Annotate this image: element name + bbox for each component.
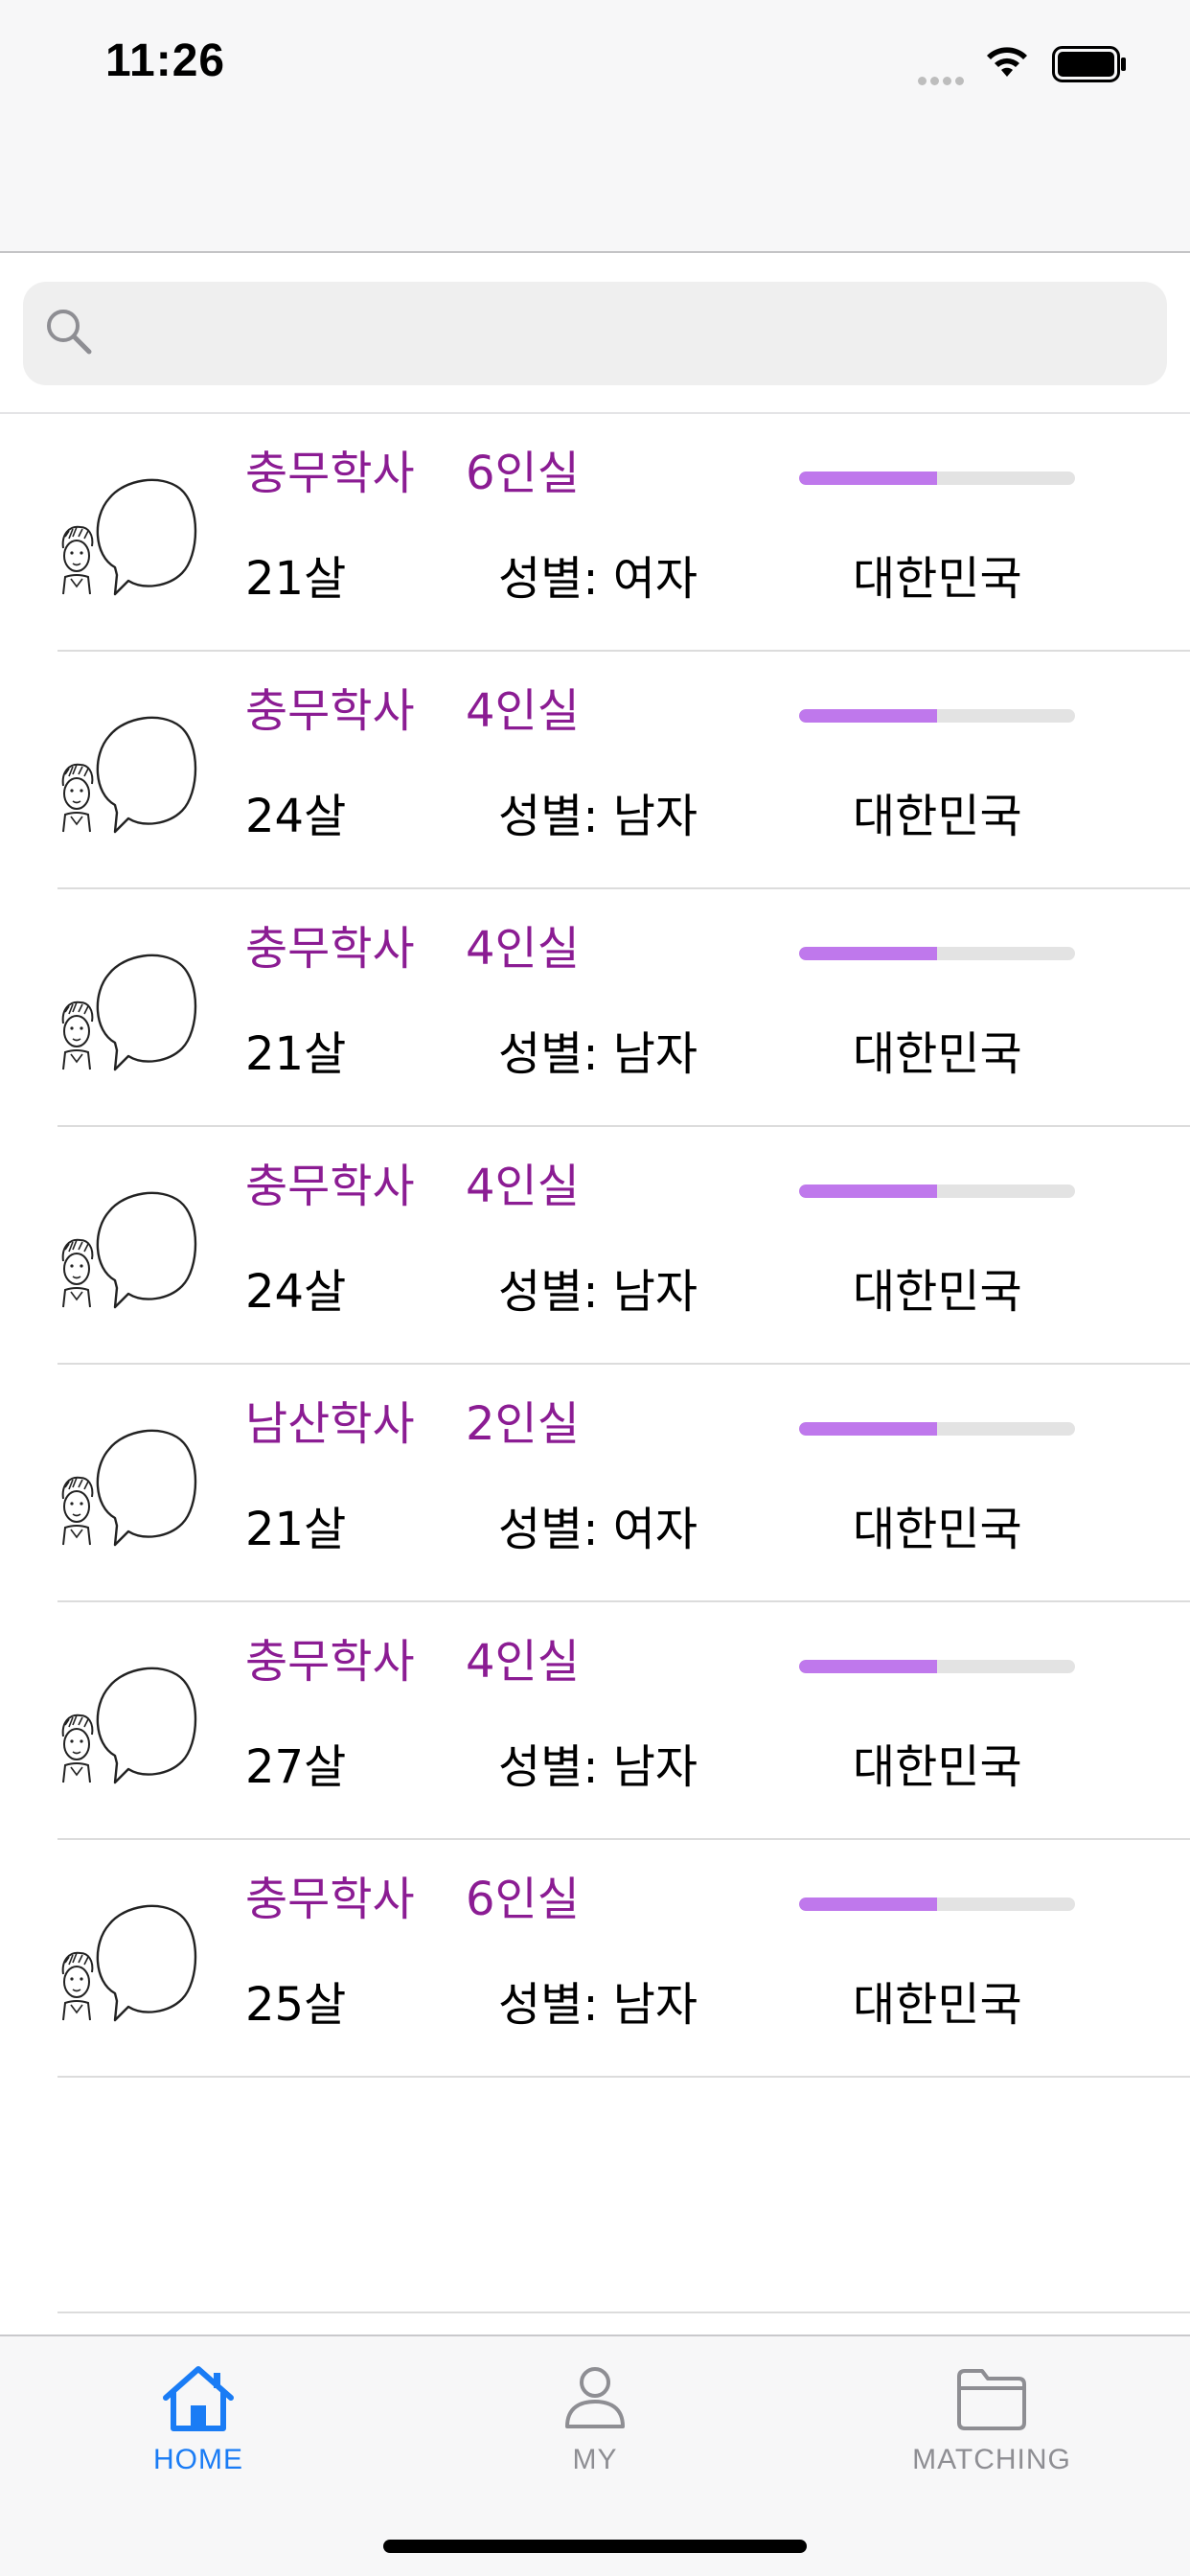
occupancy-progress-fill bbox=[799, 1184, 937, 1198]
dorm-name: 충무학사 bbox=[245, 1160, 415, 1213]
age-text: 21살 bbox=[245, 1027, 347, 1081]
room-type: 4인실 bbox=[466, 1635, 580, 1689]
folder-icon bbox=[953, 2363, 1030, 2436]
person-icon bbox=[561, 2363, 629, 2436]
gender-label: 성별: bbox=[498, 1978, 599, 2032]
room-type: 6인실 bbox=[466, 447, 580, 500]
avatar bbox=[56, 1173, 205, 1317]
tab-my-label: MY bbox=[572, 2444, 618, 2475]
room-type: 4인실 bbox=[466, 1160, 580, 1213]
occupancy-progress-bar bbox=[799, 472, 1075, 485]
room-type: 2인실 bbox=[466, 1397, 580, 1451]
dorm-name: 충무학사 bbox=[245, 1635, 415, 1689]
list-item[interactable]: 충무학사 6인실 21살 성별: 여자 대한민국 bbox=[0, 414, 1190, 652]
gender-value: 여자 bbox=[612, 1503, 698, 1556]
gender-label: 성별: bbox=[498, 1265, 599, 1319]
list-item[interactable]: 충무학사 4인실 21살 성별: 남자 대한민국 bbox=[0, 889, 1190, 1127]
gender-label: 성별: bbox=[498, 1027, 599, 1081]
occupancy-progress-fill bbox=[799, 472, 937, 485]
gender-text: 성별: 남자 bbox=[498, 786, 698, 847]
home-icon bbox=[160, 2363, 237, 2436]
occupancy-progress-bar bbox=[799, 709, 1075, 723]
occupancy-progress-bar bbox=[799, 1422, 1075, 1436]
dorm-name: 충무학사 bbox=[245, 922, 415, 976]
age-text: 24살 bbox=[245, 1265, 347, 1319]
tab-matching-label: MATCHING bbox=[912, 2444, 1071, 2475]
dorm-name: 충무학사 bbox=[245, 684, 415, 738]
tab-matching[interactable]: MATCHING bbox=[793, 2336, 1190, 2499]
gender-label: 성별: bbox=[498, 1503, 599, 1556]
list-item[interactable]: 충무학사 4인실 24살 성별: 남자 대한민국 bbox=[0, 1127, 1190, 1365]
wifi-icon bbox=[983, 44, 1031, 82]
gender-text: 성별: 남자 bbox=[498, 1261, 698, 1322]
gender-text: 성별: 남자 bbox=[498, 1974, 698, 2036]
country-text: 대한민국 bbox=[853, 790, 1022, 843]
occupancy-progress-bar bbox=[799, 1184, 1075, 1198]
age-text: 24살 bbox=[245, 790, 347, 843]
gender-value: 남자 bbox=[612, 1265, 698, 1319]
list-item[interactable]: 충무학사 6인실 25살 성별: 남자 대한민국 bbox=[0, 1840, 1190, 2078]
age-text: 21살 bbox=[245, 552, 347, 606]
tab-home[interactable]: HOME bbox=[0, 2336, 397, 2499]
occupancy-progress-fill bbox=[799, 1422, 937, 1436]
avatar bbox=[56, 1411, 205, 1554]
country-text: 대한민국 bbox=[853, 1503, 1022, 1556]
avatar bbox=[56, 698, 205, 841]
gender-text: 성별: 여자 bbox=[498, 548, 698, 610]
tab-home-label: HOME bbox=[153, 2444, 243, 2475]
battery-icon bbox=[1052, 46, 1127, 86]
country-text: 대한민국 bbox=[853, 1027, 1022, 1081]
dorm-name: 남산학사 bbox=[245, 1397, 415, 1451]
gender-value: 남자 bbox=[612, 790, 698, 843]
gender-text: 성별: 남자 bbox=[498, 1736, 698, 1798]
occupancy-progress-bar bbox=[799, 947, 1075, 960]
gender-value: 여자 bbox=[612, 552, 698, 606]
occupancy-progress-fill bbox=[799, 709, 937, 723]
age-text: 21살 bbox=[245, 1503, 347, 1556]
gender-text: 성별: 여자 bbox=[498, 1499, 698, 1560]
tab-my[interactable]: MY bbox=[397, 2336, 793, 2499]
room-type: 4인실 bbox=[466, 684, 580, 738]
home-indicator bbox=[383, 2540, 807, 2553]
gender-label: 성별: bbox=[498, 552, 599, 606]
room-type: 4인실 bbox=[466, 922, 580, 976]
dorm-name: 충무학사 bbox=[245, 1873, 415, 1926]
avatar bbox=[56, 935, 205, 1079]
avatar bbox=[56, 1886, 205, 2030]
list-item[interactable]: 남산학사 2인실 21살 성별: 여자 대한민국 bbox=[0, 1365, 1190, 1602]
list-item[interactable]: 충무학사 4인실 24살 성별: 남자 대한민국 bbox=[0, 652, 1190, 889]
country-text: 대한민국 bbox=[853, 1265, 1022, 1319]
dorm-list: 충무학사 6인실 21살 성별: 여자 대한민국 충무학사 4인실 24살 성별… bbox=[0, 414, 1190, 2078]
age-text: 27살 bbox=[245, 1740, 347, 1794]
occupancy-progress-fill bbox=[799, 1660, 937, 1673]
status-time: 11:26 bbox=[105, 35, 226, 86]
gender-label: 성별: bbox=[498, 790, 599, 843]
gender-label: 성별: bbox=[498, 1740, 599, 1794]
avatar bbox=[56, 1648, 205, 1792]
gender-value: 남자 bbox=[612, 1978, 698, 2032]
list-item[interactable]: 충무학사 4인실 27살 성별: 남자 대한민국 bbox=[0, 1602, 1190, 1840]
list-separator bbox=[57, 2312, 1190, 2313]
gender-text: 성별: 남자 bbox=[498, 1024, 698, 1085]
age-text: 25살 bbox=[245, 1978, 347, 2032]
country-text: 대한민국 bbox=[853, 1740, 1022, 1794]
gender-value: 남자 bbox=[612, 1740, 698, 1794]
search-box[interactable] bbox=[23, 282, 1167, 385]
occupancy-progress-bar bbox=[799, 1660, 1075, 1673]
gender-value: 남자 bbox=[612, 1027, 698, 1081]
search-bar-container bbox=[0, 253, 1190, 414]
country-text: 대한민국 bbox=[853, 552, 1022, 606]
country-text: 대한민국 bbox=[853, 1978, 1022, 2032]
search-input[interactable] bbox=[109, 303, 1148, 366]
occupancy-progress-fill bbox=[799, 947, 937, 960]
room-type: 6인실 bbox=[466, 1873, 580, 1926]
dorm-name: 충무학사 bbox=[245, 447, 415, 500]
cellular-signal-icon bbox=[918, 71, 968, 89]
status-bar: 11:26 bbox=[0, 0, 1190, 253]
occupancy-progress-bar bbox=[799, 1898, 1075, 1911]
occupancy-progress-fill bbox=[799, 1898, 937, 1911]
avatar bbox=[56, 460, 205, 604]
search-icon bbox=[44, 307, 94, 360]
